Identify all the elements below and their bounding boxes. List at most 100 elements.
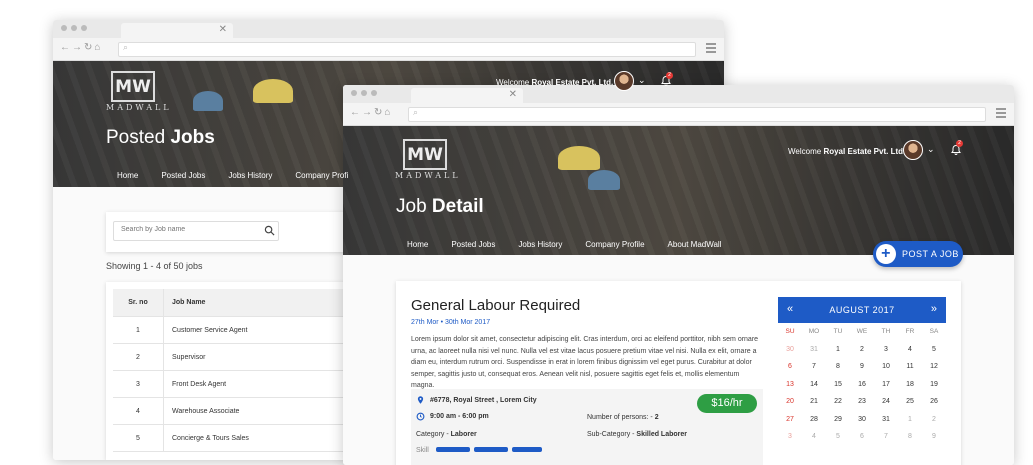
calendar-day[interactable]: 1 [826,341,850,359]
calendar-day[interactable]: 4 [898,341,922,359]
search-input-wrapper[interactable] [113,221,279,241]
close-icon[interactable]: ✕ [509,89,517,100]
nav-home[interactable]: Home [407,240,428,249]
calendar-day[interactable]: 4 [802,428,826,446]
job-address: #6778, Royal Street , Lorem City [430,397,537,404]
table-header: Sr. no Job Name [113,289,343,317]
calendar-day[interactable]: 30 [850,411,874,429]
calendar-day[interactable]: 5 [826,428,850,446]
worker-helmet [193,91,223,111]
calendar-day[interactable]: 21 [802,393,826,411]
forward-icon[interactable]: → [362,107,374,118]
calendar-day[interactable]: 29 [826,411,850,429]
calendar-day[interactable]: 27 [778,411,802,429]
calendar-day[interactable]: 24 [874,393,898,411]
calendar-day[interactable]: 2 [922,411,946,429]
notification-badge: 2 [666,72,673,79]
nav-posted-jobs[interactable]: Posted Jobs [161,171,205,180]
calendar-day[interactable]: 22 [826,393,850,411]
back-icon[interactable]: ← [350,107,362,118]
table-row[interactable]: 2 Supervisor [113,343,343,371]
page-title: Posted Jobs [106,127,215,148]
home-icon[interactable]: ⌂ [94,42,102,53]
calendar-next-button[interactable]: » [931,303,937,315]
nav-home[interactable]: Home [117,171,138,180]
nav-jobs-history[interactable]: Jobs History [518,240,562,249]
job-persons: Number of persons: - 2 [587,414,659,421]
pay-rate-badge: $16/hr [697,394,757,413]
calendar-day[interactable]: 6 [850,428,874,446]
browser-tab[interactable]: ✕ [411,88,523,103]
window-controls[interactable] [351,90,377,96]
nav-about-madwall[interactable]: About MadWall [668,240,722,249]
search-input[interactable] [119,225,263,234]
main-nav: Home Posted Jobs Jobs History Company Pr… [117,171,348,180]
avatar[interactable] [614,71,634,91]
forward-icon[interactable]: → [72,42,84,53]
calendar-day[interactable]: 7 [802,358,826,376]
table-row[interactable]: 3 Front Desk Agent [113,370,343,398]
search-icon[interactable] [264,225,275,236]
browser-nav-buttons[interactable]: ←→↻⌂ [350,107,392,118]
calendar-day[interactable]: 25 [898,393,922,411]
address-bar[interactable]: ⌕ [408,107,986,122]
calendar-day[interactable]: 5 [922,341,946,359]
calendar-day[interactable]: 7 [874,428,898,446]
calendar-day[interactable]: 19 [922,376,946,394]
calendar-day[interactable]: 30 [778,341,802,359]
menu-icon[interactable] [706,43,716,55]
calendar-day[interactable]: 18 [898,376,922,394]
back-icon[interactable]: ← [60,42,72,53]
weekday-label: MO [808,328,820,335]
page-title: Job Detail [396,196,484,217]
post-a-job-button[interactable]: + POST A JOB [873,241,963,267]
calendar-day[interactable]: 8 [826,358,850,376]
calendar-day[interactable]: 1 [898,411,922,429]
nav-company-profile[interactable]: Company Profi [295,171,348,180]
calendar-day[interactable]: 14 [802,376,826,394]
calendar-day[interactable]: 8 [898,428,922,446]
table-row[interactable]: 4 Warehouse Associate [113,397,343,425]
calendar-day[interactable]: 20 [778,393,802,411]
calendar-day[interactable]: 12 [922,358,946,376]
calendar-day[interactable]: 15 [826,376,850,394]
calendar-day[interactable]: 26 [922,393,946,411]
calendar-day[interactable]: 9 [850,358,874,376]
col-job-name[interactable]: Job Name [163,289,343,317]
calendar-day[interactable]: 23 [850,393,874,411]
address-bar[interactable]: ⌕ [118,42,696,57]
nav-company-profile[interactable]: Company Profile [585,240,644,249]
calendar-day[interactable]: 9 [922,428,946,446]
nav-posted-jobs[interactable]: Posted Jobs [451,240,495,249]
nav-jobs-history[interactable]: Jobs History [228,171,272,180]
calendar-day[interactable]: 10 [874,358,898,376]
calendar-day[interactable]: 3 [778,428,802,446]
chevron-down-icon[interactable]: ⌄ [638,75,646,86]
col-sr-no[interactable]: Sr. no [113,289,164,317]
calendar-header: « AUGUST 2017 » [778,297,946,323]
avatar[interactable] [903,140,923,160]
menu-icon[interactable] [996,108,1006,120]
refresh-icon[interactable]: ↻ [84,42,94,53]
calendar-day[interactable]: 16 [850,376,874,394]
browser-tab[interactable]: ✕ [121,23,233,38]
job-dates: 27th Mor • 30th Mor 2017 [411,319,491,326]
browser-nav-buttons[interactable]: ←→↻⌂ [60,42,102,53]
chevron-down-icon[interactable]: ⌄ [927,144,935,155]
table-row[interactable]: 5 Concierge & Tours Sales [113,424,343,452]
calendar-day[interactable]: 31 [874,411,898,429]
calendar-day[interactable]: 11 [898,358,922,376]
home-icon[interactable]: ⌂ [384,107,392,118]
close-icon[interactable]: ✕ [219,24,227,35]
welcome-text: Welcome Royal Estate Pvt. Ltd. [788,147,906,156]
calendar-day[interactable]: 13 [778,376,802,394]
table-row[interactable]: 1 Customer Service Agent [113,316,343,344]
window-controls[interactable] [61,25,87,31]
refresh-icon[interactable]: ↻ [374,107,384,118]
calendar-day[interactable]: 17 [874,376,898,394]
calendar-day[interactable]: 31 [802,341,826,359]
calendar-day[interactable]: 3 [874,341,898,359]
calendar-day[interactable]: 2 [850,341,874,359]
calendar-day[interactable]: 6 [778,358,802,376]
calendar-day[interactable]: 28 [802,411,826,429]
